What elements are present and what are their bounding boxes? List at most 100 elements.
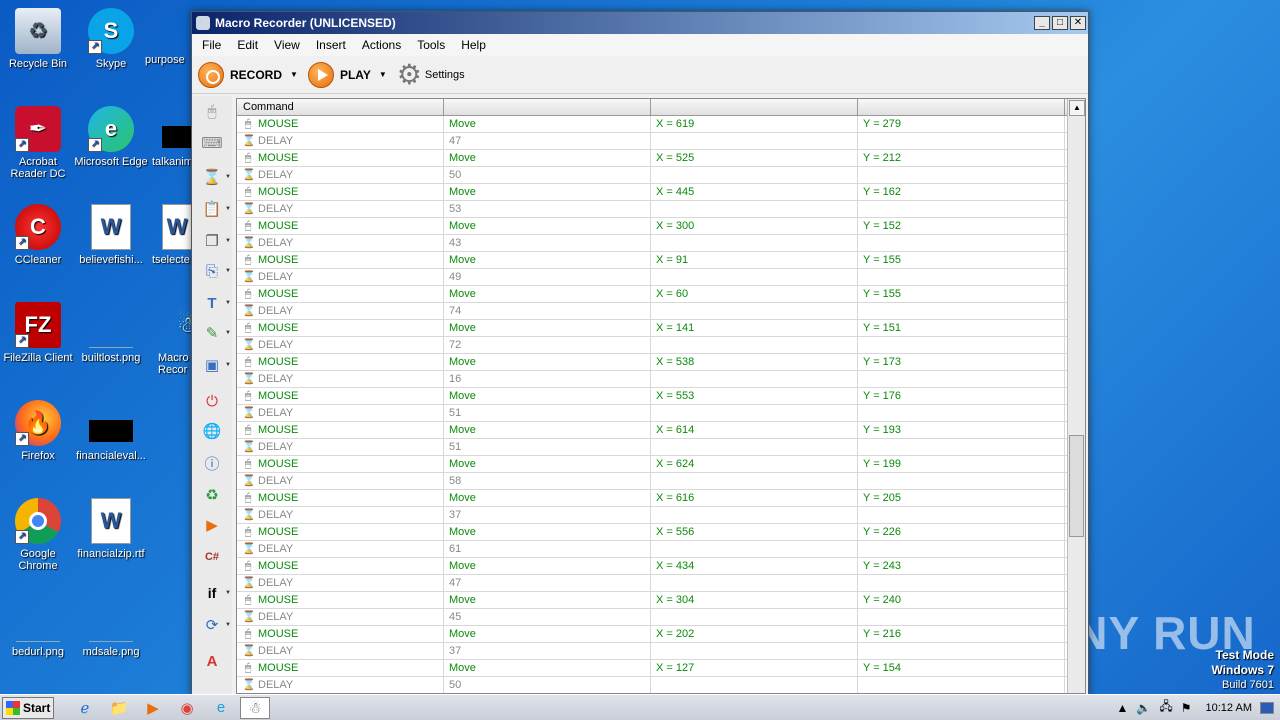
desktop-icon-financialzip[interactable]: W financialzip.rtf xyxy=(73,498,149,560)
chrome-taskbar-icon[interactable]: ◉ xyxy=(172,697,202,719)
column-header-3[interactable] xyxy=(651,99,858,115)
menu-tools[interactable]: Tools xyxy=(417,38,445,52)
window-icon[interactable]: ❐ ▼ xyxy=(200,230,231,252)
stop-icon[interactable]: ⏻ xyxy=(200,390,224,412)
table-row[interactable]: ⌛ DELAY 47 xyxy=(237,133,1085,150)
table-row[interactable]: 🖱 MOUSE Move X = 538 Y = 173 xyxy=(237,354,1085,371)
desktop-icon-tselecte[interactable]: W tselecte xyxy=(152,204,195,266)
table-row[interactable]: ⌛ DELAY 37 xyxy=(237,507,1085,524)
record-button[interactable]: RECORD ▼ xyxy=(198,61,298,88)
hourglass-icon[interactable]: ⌛ ▼ xyxy=(200,166,231,188)
volume-icon[interactable]: 🔈 xyxy=(1136,701,1151,715)
close-button[interactable]: ✕ xyxy=(1070,16,1086,30)
image-icon[interactable]: ▣ ▼ xyxy=(200,354,231,376)
folder-icon[interactable]: 📁 xyxy=(104,697,134,719)
text-icon[interactable]: T ▼ xyxy=(200,292,231,314)
menu-help[interactable]: Help xyxy=(461,38,486,52)
vertical-scrollbar[interactable]: ▲ xyxy=(1067,99,1085,693)
column-header-4[interactable] xyxy=(858,99,1065,115)
desktop-icon-edge[interactable]: e ↗ Microsoft Edge xyxy=(73,106,149,168)
table-row[interactable]: ⌛ DELAY 16 xyxy=(237,371,1085,388)
table-row[interactable]: ⌛ DELAY 72 xyxy=(237,337,1085,354)
show-hidden-icons-icon[interactable]: ▲ xyxy=(1117,701,1129,715)
eyedropper-icon[interactable]: ✎ ▼ xyxy=(200,322,231,344)
desktop-icon-skype[interactable]: S ↗ Skype xyxy=(73,8,149,70)
globe-icon[interactable]: 🌐 xyxy=(200,420,224,442)
table-row[interactable]: 🖱 MOUSE Move X = 616 Y = 205 xyxy=(237,490,1085,507)
maximize-button[interactable]: □ xyxy=(1052,16,1068,30)
menu-actions[interactable]: Actions xyxy=(362,38,401,52)
table-row[interactable]: ⌛ DELAY 37 xyxy=(237,643,1085,660)
table-row[interactable]: ⌛ DELAY 61 xyxy=(237,541,1085,558)
desktop-icon-financialeval[interactable]: financialeval... xyxy=(73,400,149,462)
table-row[interactable]: ⌛ DELAY 49 xyxy=(237,269,1085,286)
desktop-icon-purpose[interactable]: purpose xyxy=(145,8,195,66)
table-row[interactable]: 🖱 MOUSE Move X = 91 Y = 155 xyxy=(237,252,1085,269)
minimize-button[interactable]: _ xyxy=(1034,16,1050,30)
table-row[interactable]: 🖱 MOUSE Move X = 60 Y = 155 xyxy=(237,286,1085,303)
action-center-flag-icon[interactable]: ⚑ xyxy=(1181,701,1192,715)
media-player-icon[interactable]: ▶ xyxy=(138,697,168,719)
table-row[interactable]: 🖱 MOUSE Move X = 614 Y = 193 xyxy=(237,422,1085,439)
table-row[interactable]: 🖱 MOUSE Move X = 304 Y = 240 xyxy=(237,592,1085,609)
desktop-icon-firefox[interactable]: 🔥 ↗ Firefox xyxy=(0,400,76,462)
table-row[interactable]: ⌛ DELAY 58 xyxy=(237,473,1085,490)
menu-insert[interactable]: Insert xyxy=(316,38,346,52)
desktop-icon-talkanim[interactable]: talkanim xyxy=(152,106,195,168)
menu-file[interactable]: File xyxy=(202,38,221,52)
menu-edit[interactable]: Edit xyxy=(237,38,258,52)
font-icon[interactable]: A xyxy=(200,650,224,672)
desktop-icon-macro-recorder[interactable]: ☃ Macro Recor xyxy=(158,302,197,376)
desktop-icon-mdsale[interactable]: mdsale.png xyxy=(73,596,149,658)
clipboard-icon[interactable]: 📋 ▼ xyxy=(200,198,231,220)
table-row[interactable]: 🖱 MOUSE Move X = 445 Y = 162 xyxy=(237,184,1085,201)
mouse-icon[interactable]: 🖱 xyxy=(200,100,224,122)
table-row[interactable]: ⌛ DELAY 53 xyxy=(237,201,1085,218)
table-row[interactable]: ⌛ DELAY 47 xyxy=(237,575,1085,592)
play-button[interactable]: PLAY ▼ xyxy=(307,61,387,88)
table-row[interactable]: ⌛ DELAY 51 xyxy=(237,439,1085,456)
info-icon[interactable]: ⓘ xyxy=(200,452,224,474)
table-row[interactable]: ⌛ DELAY 74 xyxy=(237,303,1085,320)
macro-recorder-taskbar-icon[interactable]: ☃ xyxy=(240,696,270,719)
desktop-icon-builtlost[interactable]: builtlost.png xyxy=(73,302,149,364)
network-icon[interactable]: 🖧 xyxy=(1159,697,1172,718)
title-bar[interactable]: Macro Recorder (UNLICENSED) _ □ ✕ xyxy=(192,12,1088,34)
ie-icon[interactable]: ℯ xyxy=(70,697,100,719)
show-desktop-icon[interactable] xyxy=(1260,701,1274,714)
table-row[interactable]: 🖱 MOUSE Move X = 127 Y = 154 xyxy=(237,660,1085,677)
column-header-command[interactable]: Command xyxy=(237,99,444,115)
table-row[interactable]: 🖱 MOUSE Move X = 525 Y = 212 xyxy=(237,150,1085,167)
settings-button[interactable]: ⚙ Settings xyxy=(397,60,465,89)
table-row[interactable]: ⌛ DELAY 51 xyxy=(237,405,1085,422)
loop-icon[interactable]: ⟳ ▼ xyxy=(200,614,231,636)
start-button[interactable]: Start xyxy=(2,696,54,719)
play-dropdown-icon[interactable]: ▼ xyxy=(379,70,387,79)
table-row[interactable]: ⌛ DELAY 50 xyxy=(237,677,1085,693)
play-icon[interactable]: ▶ xyxy=(200,514,224,536)
table-row[interactable]: ⌛ DELAY 45 xyxy=(237,609,1085,626)
column-header-2[interactable] xyxy=(444,99,651,115)
table-row[interactable]: 🖱 MOUSE Move X = 434 Y = 243 xyxy=(237,558,1085,575)
table-row[interactable]: 🖱 MOUSE Move X = 202 Y = 216 xyxy=(237,626,1085,643)
desktop-icon-recycle-bin[interactable]: ♻ Recycle Bin xyxy=(0,8,76,70)
table-row[interactable]: 🖱 MOUSE Move X = 556 Y = 226 xyxy=(237,524,1085,541)
desktop-icon-believefishing[interactable]: W believefishi... xyxy=(73,204,149,266)
copy-icon[interactable]: ⎘ ▼ xyxy=(200,260,231,282)
record-dropdown-icon[interactable]: ▼ xyxy=(290,70,298,79)
clock[interactable]: 10:12 AM xyxy=(1206,702,1252,714)
desktop-icon-filezilla[interactable]: FZ ↗ FileZilla Client xyxy=(0,302,76,364)
menu-view[interactable]: View xyxy=(274,38,300,52)
keyboard-icon[interactable]: ⌨ xyxy=(200,132,224,154)
table-row[interactable]: 🖱 MOUSE Move X = 300 Y = 152 xyxy=(237,218,1085,235)
scroll-up-button[interactable]: ▲ xyxy=(1069,100,1085,116)
table-row[interactable]: ⌛ DELAY 50 xyxy=(237,167,1085,184)
table-row[interactable]: ⌛ DELAY 43 xyxy=(237,235,1085,252)
table-row[interactable]: 🖱 MOUSE Move X = 141 Y = 151 xyxy=(237,320,1085,337)
table-row[interactable]: 🖱 MOUSE Move X = 624 Y = 199 xyxy=(237,456,1085,473)
desktop-icon-bedurl[interactable]: bedurl.png xyxy=(0,596,76,658)
if-icon[interactable]: if ▼ xyxy=(200,582,231,604)
refresh-globe-icon[interactable]: ♻ xyxy=(200,484,224,506)
csharp-icon[interactable]: C# xyxy=(200,546,224,568)
table-row[interactable]: 🖱 MOUSE Move X = 553 Y = 176 xyxy=(237,388,1085,405)
